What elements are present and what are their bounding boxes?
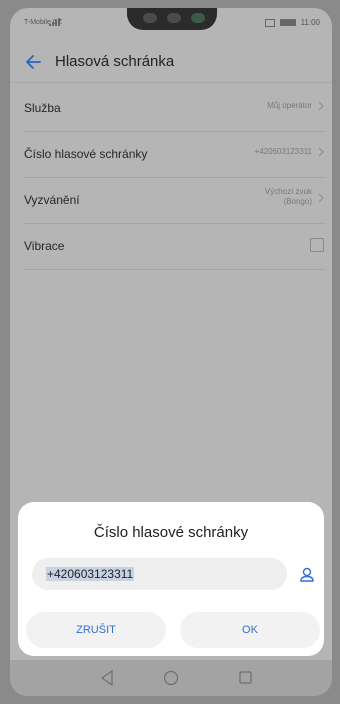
settings-item-label: Služba <box>24 101 61 115</box>
settings-item-value: Můj operátor <box>267 101 312 110</box>
ok-button[interactable]: OK <box>180 612 320 648</box>
settings-item-ringtone[interactable]: Vyzvánění Výchozí zvuk (Bongo) <box>24 178 326 224</box>
settings-item-vibration[interactable]: Vibrace <box>24 224 326 270</box>
clock: 11:00 <box>300 18 320 27</box>
ringtone-value-line1: Výchozí zvuk <box>264 187 312 196</box>
nav-home-icon[interactable] <box>163 670 179 686</box>
chevron-right-icon <box>318 101 324 111</box>
camera-notch <box>127 8 217 30</box>
camera-icon <box>191 13 205 23</box>
voicemail-number-dialog: Číslo hlasové schránky +420603123311 ZRU… <box>18 502 324 656</box>
chevron-right-icon <box>318 147 324 157</box>
screen: T-Mobile CZ 11:00 Hlasová schránka Služb… <box>10 8 332 696</box>
settings-item-label: Číslo hlasové schránky <box>24 147 148 161</box>
voicemail-number-input[interactable]: +420603123311 <box>32 558 287 590</box>
settings-item-label: Vibrace <box>24 239 65 253</box>
nav-back-icon[interactable] <box>100 670 114 686</box>
status-bar: T-Mobile CZ 11:00 <box>10 8 332 38</box>
signal-icon <box>49 18 60 26</box>
ringtone-value-line2: (Bongo) <box>283 197 312 206</box>
sensor-icon <box>167 13 181 23</box>
phone-frame: T-Mobile CZ 11:00 Hlasová schránka Služb… <box>0 0 340 704</box>
nav-recents-icon[interactable] <box>239 671 252 684</box>
status-icons: 11:00 <box>264 18 320 27</box>
navigation-bar <box>10 660 332 696</box>
settings-item-value: +420603123311 <box>254 147 312 156</box>
vibration-checkbox[interactable] <box>310 238 324 252</box>
battery-icon <box>279 19 296 26</box>
page-title: Hlasová schránka <box>55 53 175 70</box>
person-icon[interactable] <box>298 566 316 584</box>
app-bar: Hlasová schránka <box>10 42 332 83</box>
cancel-button[interactable]: ZRUŠIT <box>26 612 166 648</box>
settings-item-voicemail-number[interactable]: Číslo hlasové schránky +420603123311 <box>24 132 326 178</box>
settings-item-value: Výchozí zvuk (Bongo) <box>265 187 312 207</box>
camera-icon <box>143 13 157 23</box>
voicemail-number-value: +420603123311 <box>46 567 135 581</box>
settings-item-service[interactable]: Služba Můj operátor <box>24 86 326 132</box>
settings-item-label: Vyzvánění <box>24 193 80 207</box>
dialog-title: Číslo hlasové schránky <box>93 524 249 541</box>
arrow-left-icon[interactable] <box>24 53 42 71</box>
nfc-icon <box>264 18 275 27</box>
chevron-right-icon <box>318 193 324 203</box>
settings-list: Služba Můj operátor Číslo hlasové schrán… <box>24 86 326 270</box>
